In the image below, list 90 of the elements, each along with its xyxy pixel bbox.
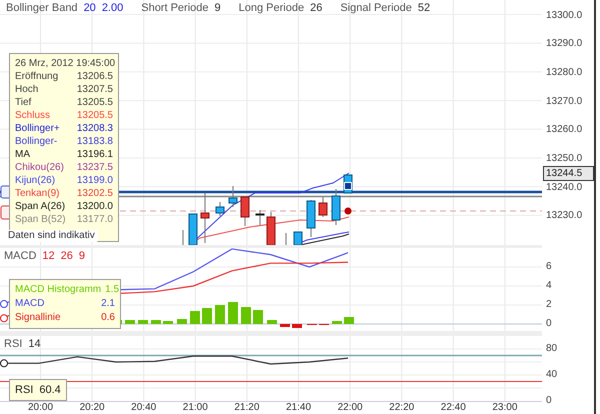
indicator-value: 9 bbox=[214, 2, 221, 15]
axis-label: 13260.0 bbox=[546, 124, 582, 136]
axis-label: 22:20 bbox=[388, 402, 416, 414]
axis-label: 13250.0 bbox=[546, 153, 582, 165]
axis-label: 0 bbox=[546, 318, 552, 330]
tooltip-date: 26 Mrz, 2012 19:45:00 bbox=[15, 57, 113, 70]
tooltip-value: 13208.3 bbox=[76, 122, 113, 135]
axis-label: 13270.0 bbox=[546, 96, 582, 108]
tooltip-value: 0.6 bbox=[101, 311, 115, 325]
candlestick bbox=[240, 196, 250, 226]
tooltip-value: 2.1 bbox=[101, 297, 115, 311]
indicator-value: 26 bbox=[60, 250, 73, 263]
square-marker-icon bbox=[344, 182, 352, 190]
axis-label: 21:40 bbox=[284, 402, 312, 414]
tooltip-label: Schluss bbox=[15, 109, 50, 122]
axis-label: 0 bbox=[546, 395, 552, 408]
tooltip-label: Bollinger+ bbox=[15, 122, 60, 135]
tooltip-label: Hoch bbox=[15, 83, 38, 96]
candlestick bbox=[216, 202, 224, 216]
axis-label: 20:20 bbox=[78, 402, 106, 414]
series-marker-icon bbox=[0, 359, 8, 368]
axis-label: 2 bbox=[546, 298, 552, 311]
series-marker-drawing bbox=[0, 300, 8, 322]
candlestick bbox=[294, 232, 302, 245]
tooltip-value: 13199.0 bbox=[76, 174, 113, 187]
indicator-value: 14 bbox=[28, 338, 41, 351]
axis-label: 6 bbox=[546, 260, 552, 273]
indicator-value: 52 bbox=[418, 2, 430, 15]
tooltip-value: 13202.5 bbox=[76, 187, 113, 200]
candlestick bbox=[228, 186, 238, 208]
axis-label: 20:40 bbox=[130, 402, 158, 414]
axis-label: 21:20 bbox=[233, 402, 260, 414]
candlestick bbox=[332, 188, 340, 226]
tooltip-label: Kijun(26) bbox=[15, 174, 56, 187]
axis-label: 40 bbox=[546, 369, 558, 381]
tooltip-value: 13200.0 bbox=[76, 200, 113, 213]
tooltip-label: Signallinie bbox=[15, 311, 61, 325]
candlestick bbox=[318, 196, 328, 218]
axis-label: 13290.0 bbox=[546, 38, 582, 50]
tooltip-label: MACD Histogramm bbox=[15, 283, 102, 297]
price-label: 13244.5 bbox=[543, 166, 594, 181]
tooltip-label: Span B(52) bbox=[15, 213, 66, 226]
tooltip-value: 13177.0 bbox=[76, 213, 113, 226]
tooltip-label: Tenkan(9) bbox=[15, 187, 60, 200]
indicator-label: Short Periode bbox=[141, 2, 208, 15]
indicator-label: Bollinger Band bbox=[6, 2, 78, 15]
candlestick bbox=[306, 200, 316, 238]
axis-label: 13300.0 bbox=[546, 10, 582, 22]
axis-label: 13280.0 bbox=[546, 66, 582, 79]
tooltip-value: 13207.5 bbox=[76, 83, 113, 96]
axis-label: 21:00 bbox=[182, 402, 209, 414]
indicator-value: 26 bbox=[310, 2, 322, 15]
tooltip-value: 1.5 bbox=[105, 283, 120, 297]
axis-label: 13230.0 bbox=[546, 210, 582, 222]
axis-label: 22:40 bbox=[440, 402, 467, 414]
indicator-value: 2.00 bbox=[102, 2, 124, 15]
tooltip-value: 13237.5 bbox=[76, 161, 113, 174]
tooltip-label: Span A(26) bbox=[15, 200, 66, 213]
tooltip-label: Eröffnung bbox=[15, 70, 58, 83]
axis-label: 22:00 bbox=[336, 402, 364, 414]
candlestick bbox=[256, 210, 264, 226]
candlestick bbox=[188, 214, 198, 245]
indicator-value: 9 bbox=[78, 250, 86, 263]
tooltip-label: Tief bbox=[15, 96, 32, 109]
tooltip-value: 13196.1 bbox=[76, 148, 113, 161]
indicator-label: MACD bbox=[4, 250, 36, 263]
tooltip-label: MACD bbox=[15, 297, 44, 311]
indicator-label: Long Periode bbox=[238, 2, 304, 15]
indicator-value: 20 bbox=[84, 2, 96, 15]
axis-label: 80 bbox=[546, 343, 558, 355]
indicator-value: 12 bbox=[42, 250, 55, 263]
candlestick bbox=[182, 230, 184, 245]
indicator-label: Signal Periode bbox=[340, 2, 412, 15]
tooltip-label: RSI bbox=[15, 382, 34, 398]
tooltip-label: Chikou(26) bbox=[15, 161, 64, 174]
tooltip-value: 13183.8 bbox=[76, 135, 113, 148]
axis-label: 20:00 bbox=[26, 402, 54, 414]
tooltip-value: 13205.5 bbox=[76, 109, 113, 122]
dot-marker-icon bbox=[344, 208, 352, 214]
axis-label: 13240.0 bbox=[546, 182, 582, 194]
axis-label: 23:00 bbox=[491, 402, 518, 414]
axis-label: 4 bbox=[546, 280, 552, 292]
candlestick bbox=[266, 212, 276, 245]
indicator-label: RSI bbox=[4, 338, 22, 351]
tooltip-label: MA bbox=[15, 148, 30, 161]
tooltip-value: 13205.5 bbox=[76, 96, 113, 109]
tooltip-value: 60.4 bbox=[39, 382, 61, 398]
tooltip-label: Bollinger- bbox=[15, 135, 58, 148]
tooltip-value: 13206.5 bbox=[76, 70, 113, 83]
candlestick bbox=[200, 192, 210, 244]
